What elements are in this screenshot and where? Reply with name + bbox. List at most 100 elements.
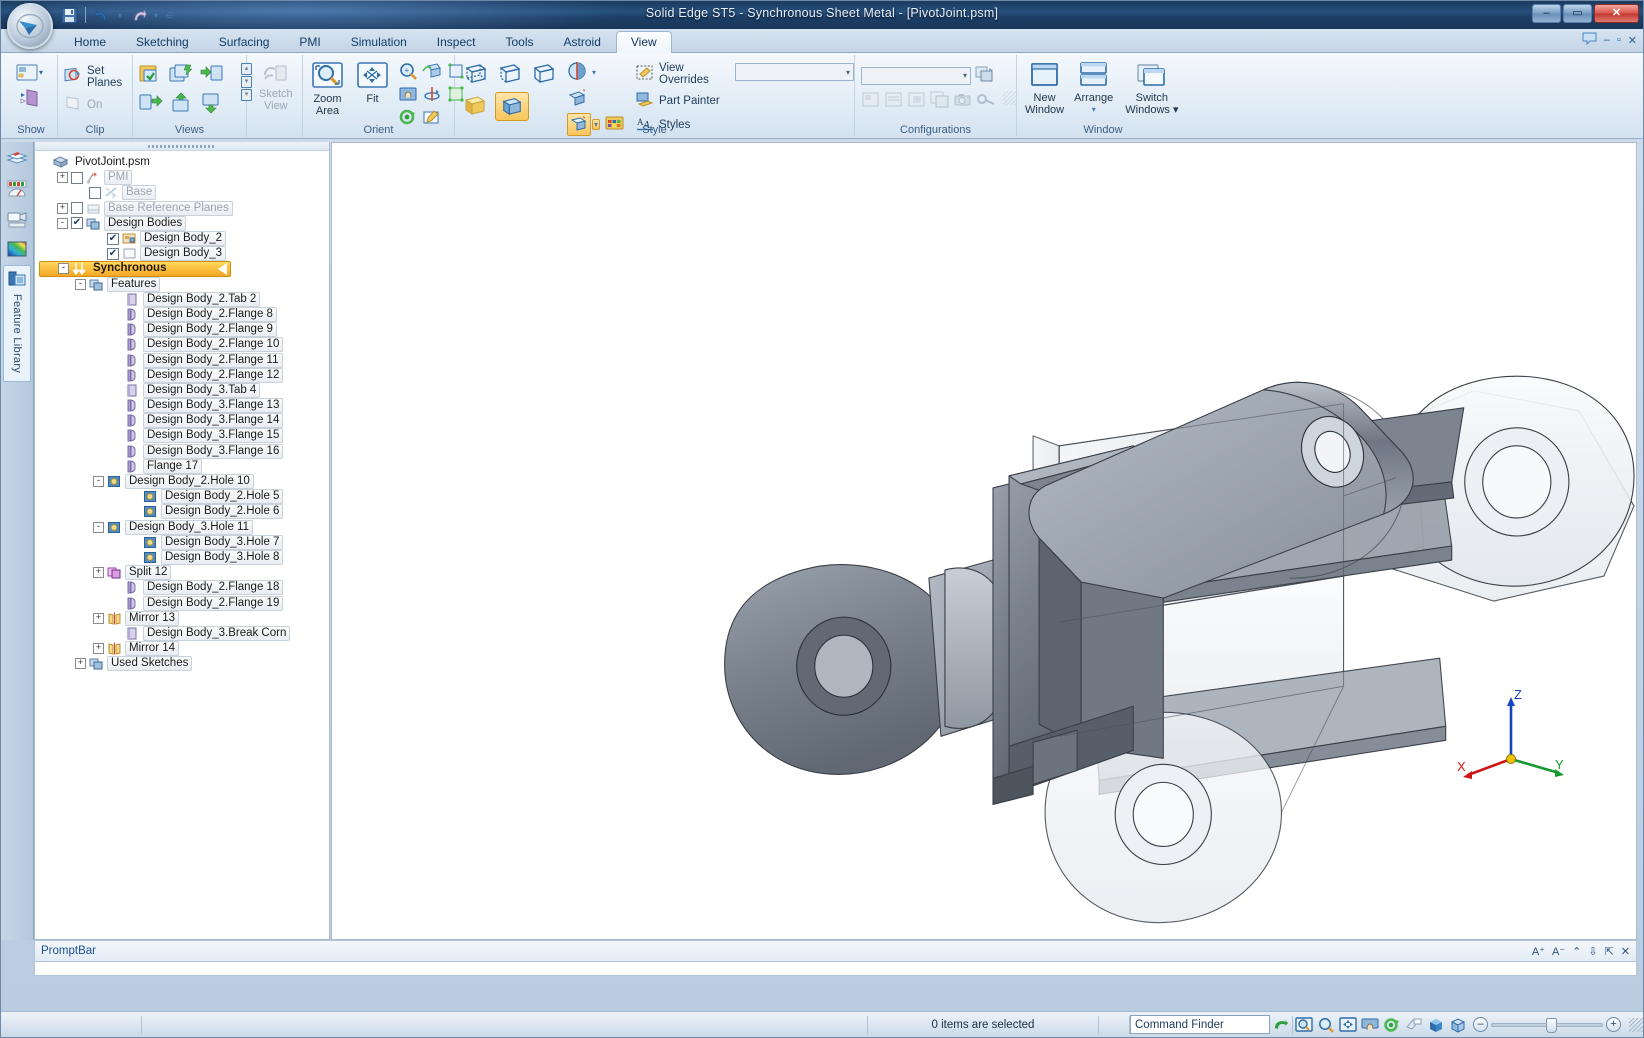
scroll-up-icon[interactable]: ▴: [241, 63, 252, 75]
tree-node[interactable]: Design Body_3.Flange 15: [39, 428, 329, 443]
camera-icon[interactable]: [4, 206, 31, 232]
application-menu-button[interactable]: [7, 3, 53, 49]
ribbon-minimize-icon[interactable]: –: [1604, 34, 1610, 46]
tab-inspect[interactable]: Inspect: [422, 31, 491, 53]
collapse-icon[interactable]: -: [93, 522, 104, 533]
expand-icon[interactable]: +: [57, 172, 68, 183]
command-finder-go-icon[interactable]: [1270, 1015, 1292, 1035]
colorbar-icon[interactable]: [4, 236, 31, 262]
config-key-icon[interactable]: [976, 91, 996, 111]
text-smaller-icon[interactable]: A⁻: [1552, 945, 1565, 958]
command-finder-input[interactable]: Command Finder: [1130, 1015, 1270, 1034]
scroll-down-icon[interactable]: ▾: [241, 76, 252, 88]
tree-node[interactable]: Design Body_2.Flange 12: [39, 368, 329, 383]
new-window-button[interactable]: NewWindow: [1021, 60, 1068, 118]
more-icon[interactable]: ⋲: [164, 11, 174, 20]
tree-node[interactable]: -Design Body_3.Hole 11: [39, 520, 329, 535]
undo-dropdown-icon[interactable]: ▾: [115, 11, 125, 20]
zoom-slider[interactable]: – +: [1469, 1017, 1625, 1032]
view-save-icon[interactable]: [169, 63, 193, 88]
collapse-icon[interactable]: -: [57, 218, 68, 229]
status-zoom-area-icon[interactable]: [1293, 1015, 1315, 1035]
status-shaded-icon[interactable]: [1425, 1015, 1447, 1035]
hidden-edges-icon[interactable]: [495, 61, 523, 88]
redo-dropdown-icon[interactable]: ▾: [151, 11, 161, 20]
tab-view[interactable]: View: [616, 31, 672, 53]
tree-node[interactable]: Design Body_2.Flange 10: [39, 337, 329, 352]
status-shaded-edges-icon[interactable]: [1447, 1015, 1469, 1035]
view-bottom-icon[interactable]: [199, 92, 223, 117]
fit-button[interactable]: Fit: [352, 59, 393, 107]
ribbon-restore-icon[interactable]: ▫: [1617, 34, 1621, 46]
collapse-icon[interactable]: ⌃: [1572, 945, 1581, 958]
tree-node[interactable]: -✔Design Bodies: [39, 216, 329, 231]
visibility-checkbox[interactable]: ✔: [107, 233, 119, 245]
visibility-checkbox[interactable]: ✔: [107, 248, 119, 260]
tree-node[interactable]: +Base Reference Planes: [39, 201, 329, 216]
prompt-close-icon[interactable]: ✕: [1621, 945, 1630, 958]
dock-icon[interactable]: ⇩: [1588, 945, 1597, 958]
sketch-view-button[interactable]: SketchView: [255, 61, 297, 114]
save-icon[interactable]: [59, 5, 79, 25]
expand-icon[interactable]: +: [93, 567, 104, 578]
tab-simulation[interactable]: Simulation: [336, 31, 422, 53]
tab-surfacing[interactable]: Surfacing: [204, 31, 285, 53]
scroll-more-icon[interactable]: ▾: [241, 89, 252, 101]
close-button[interactable]: ✕: [1594, 4, 1639, 23]
show-hide-icon[interactable]: [5, 88, 57, 111]
redo-icon[interactable]: [128, 5, 148, 25]
feature-library-tab[interactable]: Feature Library: [3, 265, 31, 382]
zoom-in-button[interactable]: +: [1606, 1017, 1621, 1032]
shaded-with-edges-icon[interactable]: [495, 92, 529, 121]
tree-node[interactable]: Design Body_2.Hole 6: [39, 504, 329, 519]
tree-node[interactable]: Design Body_2.Hole 5: [39, 489, 329, 504]
skybox-dropdown-icon[interactable]: ▾: [592, 68, 596, 77]
tree-node[interactable]: +Mirror 14: [39, 641, 329, 656]
tree-node[interactable]: Design Body_3.Flange 14: [39, 413, 329, 428]
collapse-icon[interactable]: -: [75, 279, 86, 290]
tab-home[interactable]: Home: [59, 31, 121, 53]
tree-node[interactable]: PivotJoint.psm: [39, 155, 329, 170]
pathfinder-icon[interactable]: [4, 146, 31, 172]
sensors-icon[interactable]: [4, 176, 31, 202]
tab-astroid[interactable]: Astroid: [549, 31, 616, 53]
status-zoom-icon[interactable]: [1315, 1015, 1337, 1035]
visibility-checkbox[interactable]: [71, 172, 83, 184]
tree-node[interactable]: Design Body_3.Tab 4: [39, 383, 329, 398]
view-left-icon[interactable]: [139, 92, 163, 117]
zoom-area-button[interactable]: ZoomArea: [307, 59, 348, 119]
show-display-icon[interactable]: ▾: [16, 63, 46, 86]
arrange-button[interactable]: Arrange ▾: [1070, 60, 1117, 118]
tab-pmi[interactable]: PMI: [284, 31, 335, 53]
pin-icon[interactable]: ⇱: [1605, 945, 1614, 958]
pan-icon[interactable]: [398, 85, 418, 106]
tree-node[interactable]: +Mirror 13: [39, 611, 329, 626]
tree-node[interactable]: Design Body_2.Flange 11: [39, 352, 329, 367]
skybox-icon[interactable]: [567, 61, 589, 84]
visibility-checkbox[interactable]: [71, 202, 83, 214]
set-planes-button[interactable]: Set Planes: [62, 64, 132, 90]
rotate-icon[interactable]: [422, 85, 442, 106]
minimize-button[interactable]: –: [1532, 4, 1561, 23]
zoom-out-button[interactable]: –: [1473, 1017, 1488, 1032]
configurations-combo[interactable]: ▾: [861, 67, 971, 85]
help-balloon-icon[interactable]: [1582, 32, 1597, 48]
tree-node[interactable]: -Design Body_2.Hole 10: [39, 474, 329, 489]
switch-windows-button[interactable]: SwitchWindows ▾: [1121, 60, 1182, 118]
zoom-track[interactable]: [1491, 1023, 1603, 1027]
config-open-icon[interactable]: [884, 91, 904, 111]
status-rotate-icon[interactable]: [1381, 1015, 1403, 1035]
tree-node[interactable]: Design Body_2.Tab 2: [39, 292, 329, 307]
view-top-icon[interactable]: [169, 92, 193, 117]
prompt-input[interactable]: [34, 962, 1637, 976]
status-pan-icon[interactable]: [1359, 1015, 1381, 1035]
tab-sketching[interactable]: Sketching: [121, 31, 204, 53]
expand-icon[interactable]: +: [57, 203, 68, 214]
tree-node[interactable]: Design Body_2.Flange 19: [39, 595, 329, 610]
config-camera-icon[interactable]: [953, 91, 973, 111]
tree-node[interactable]: ✔Design Body_2: [39, 231, 329, 246]
tree-node[interactable]: xBase: [39, 185, 329, 200]
tree-node[interactable]: -Features: [39, 277, 329, 292]
zoom-thumb[interactable]: [1546, 1018, 1557, 1033]
tree-node[interactable]: Design Body_3.Break Corn: [39, 626, 329, 641]
